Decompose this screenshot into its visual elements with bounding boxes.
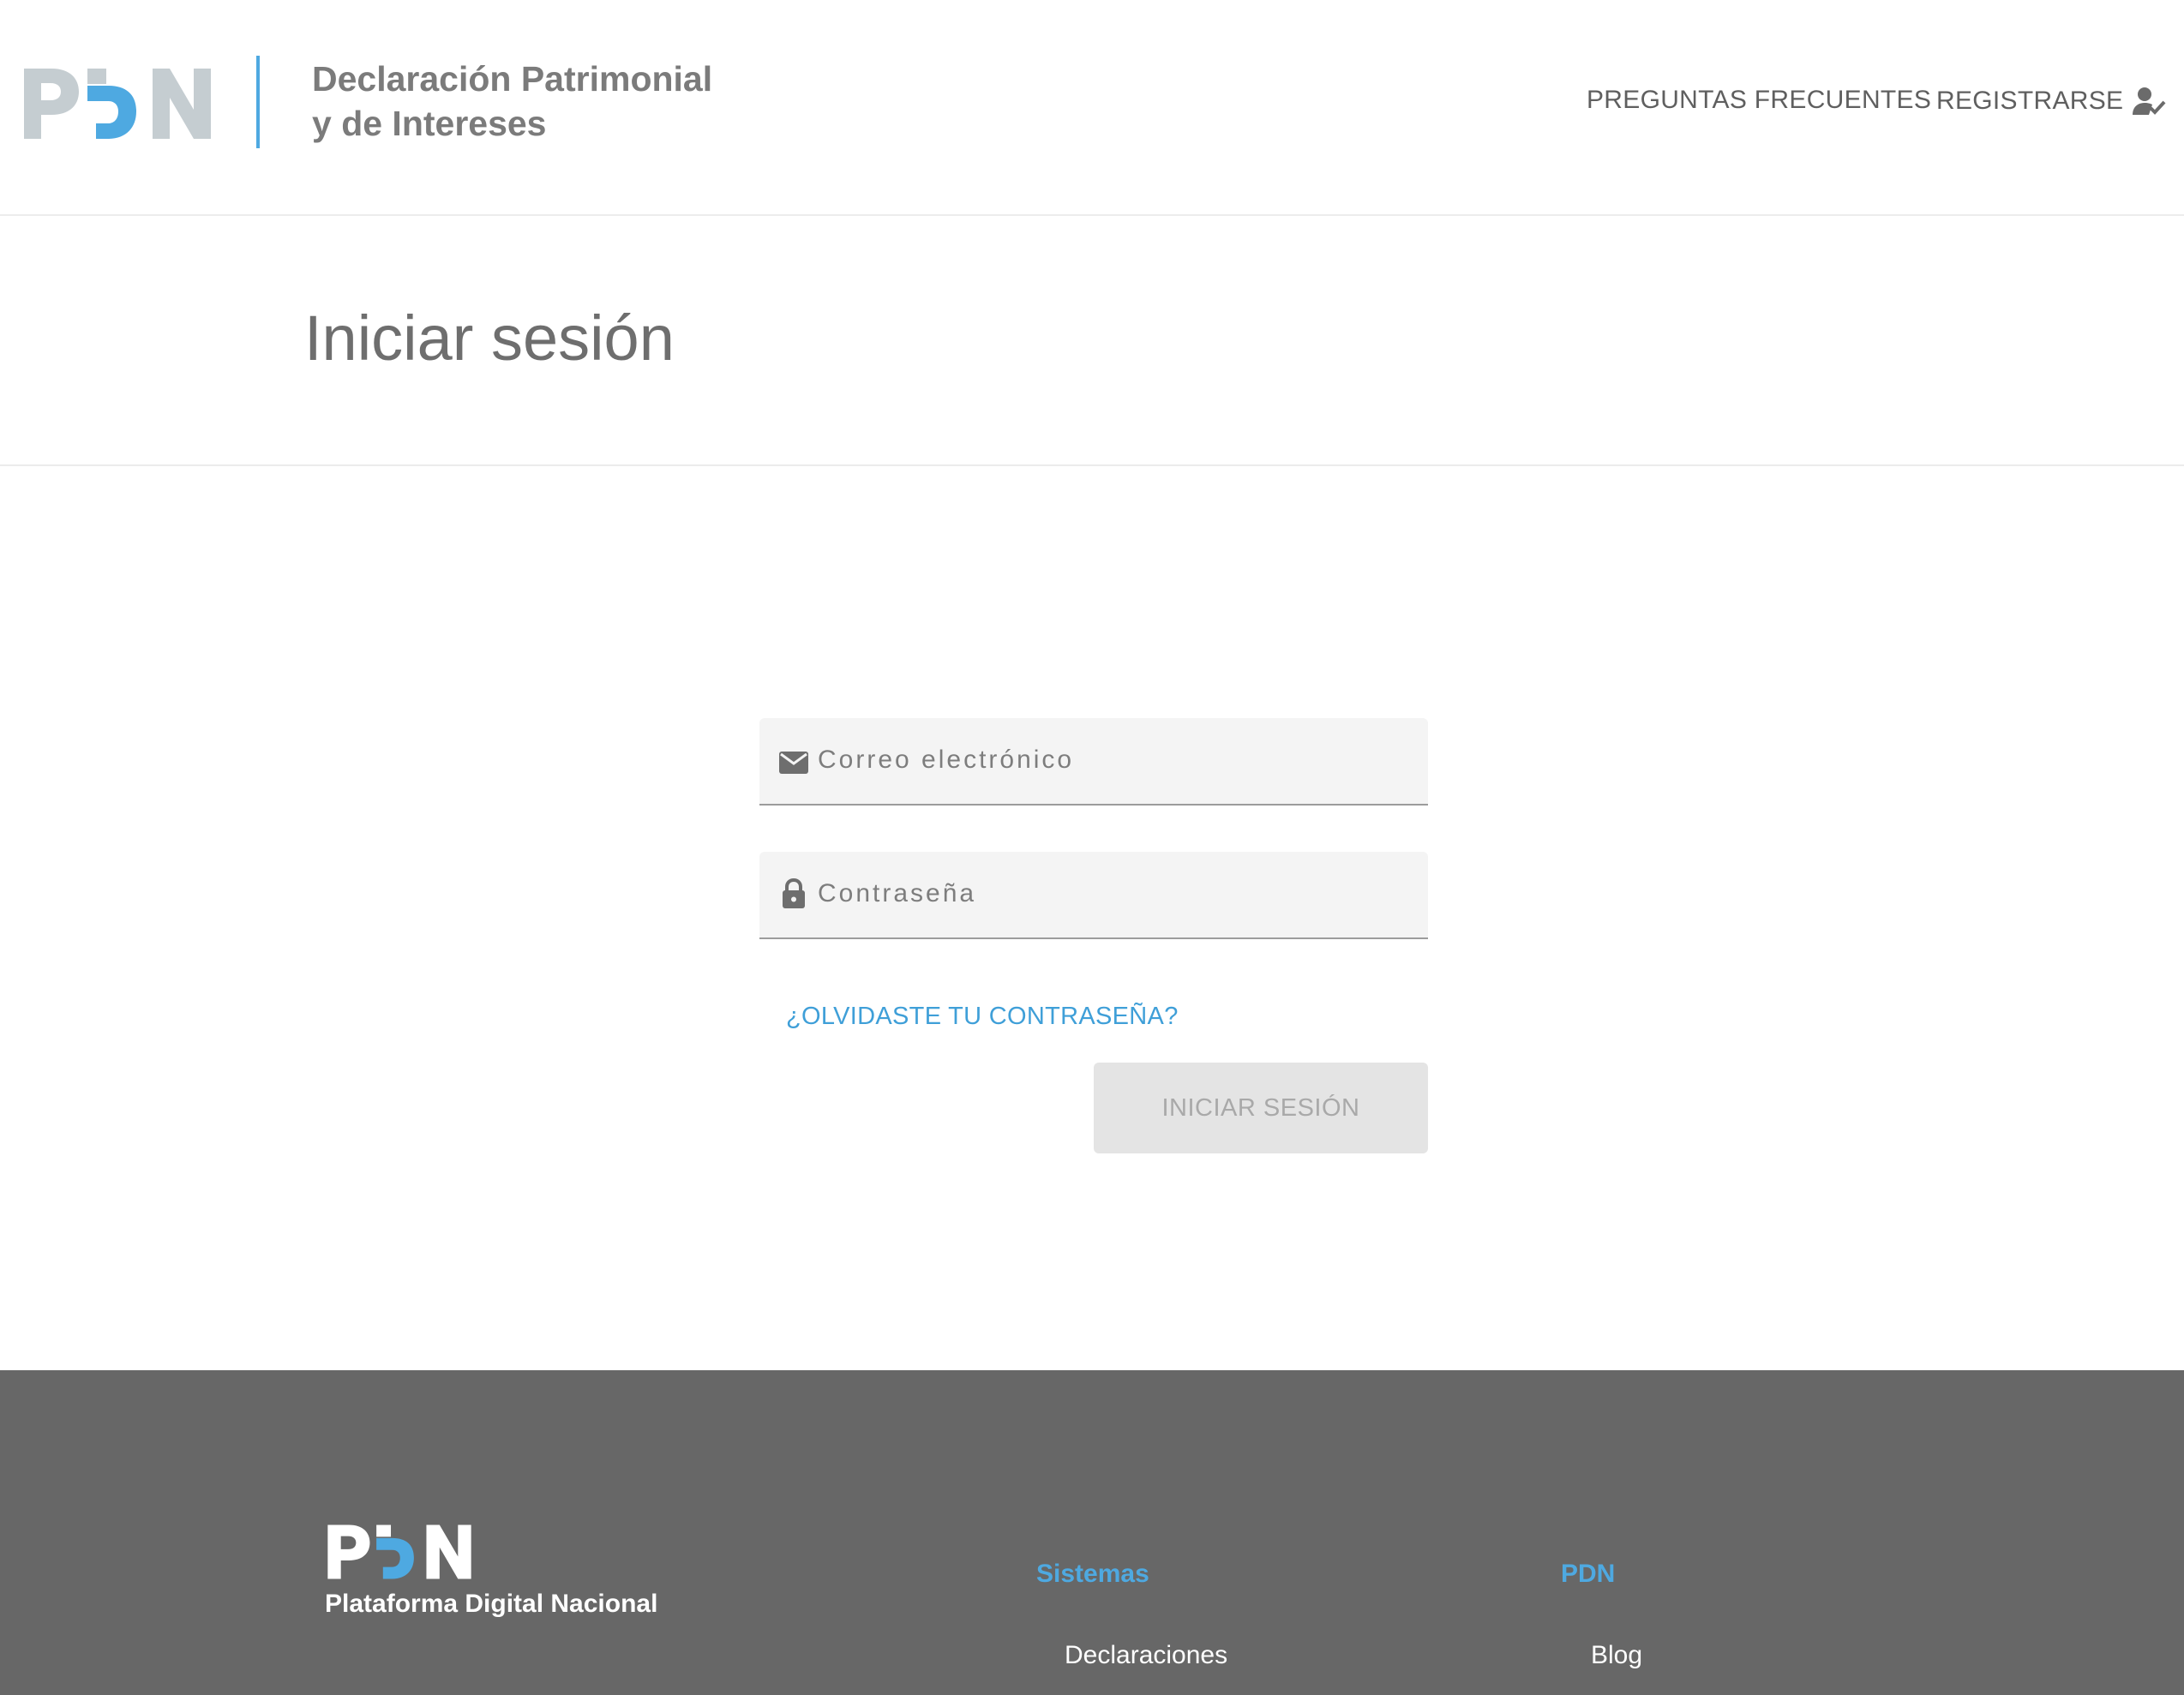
app-title-line-1: Declaración Patrimonial (312, 59, 713, 99)
nav-register-link[interactable]: REGISTRARSE (1936, 86, 2166, 117)
app-title: Declaración Patrimonial y de Intereses (312, 57, 712, 146)
password-field[interactable] (759, 852, 1428, 939)
app-title-line-2: y de Intereses (312, 104, 547, 143)
footer-pdn-logo[interactable] (326, 1524, 473, 1580)
page-title: Iniciar sesión (304, 302, 675, 374)
nav-faq-link[interactable]: PREGUNTAS FRECUENTES (1587, 86, 1931, 115)
footer-heading-sistemas: Sistemas (1036, 1560, 1149, 1588)
forgot-password-link[interactable]: ¿OLVIDASTE TU CONTRASEÑA? (786, 1003, 1179, 1031)
footer-link-declaraciones[interactable]: Declaraciones (1065, 1641, 1227, 1670)
lock-icon (783, 877, 805, 908)
footer-link-blog[interactable]: Blog (1591, 1641, 1642, 1670)
pdn-logo[interactable] (22, 67, 213, 141)
email-field[interactable] (759, 718, 1428, 806)
footer-heading-pdn: PDN (1561, 1560, 1616, 1588)
mail-icon (779, 752, 808, 774)
logo-divider (256, 56, 260, 148)
person-check-icon (2133, 87, 2166, 115)
footer-logo-caption: Plataforma Digital Nacional (325, 1590, 658, 1618)
login-submit-button[interactable]: INICIAR SESIÓN (1094, 1063, 1428, 1153)
site-header: Declaración Patrimonial y de Intereses P… (0, 0, 2184, 216)
nav-register-label: REGISTRARSE (1936, 87, 2124, 115)
page-title-band: Iniciar sesión (0, 216, 2184, 466)
site-footer: Plataforma Digital Nacional Sistemas Dec… (0, 1370, 2184, 1695)
email-input[interactable] (818, 718, 1409, 802)
password-input[interactable] (818, 852, 1409, 936)
